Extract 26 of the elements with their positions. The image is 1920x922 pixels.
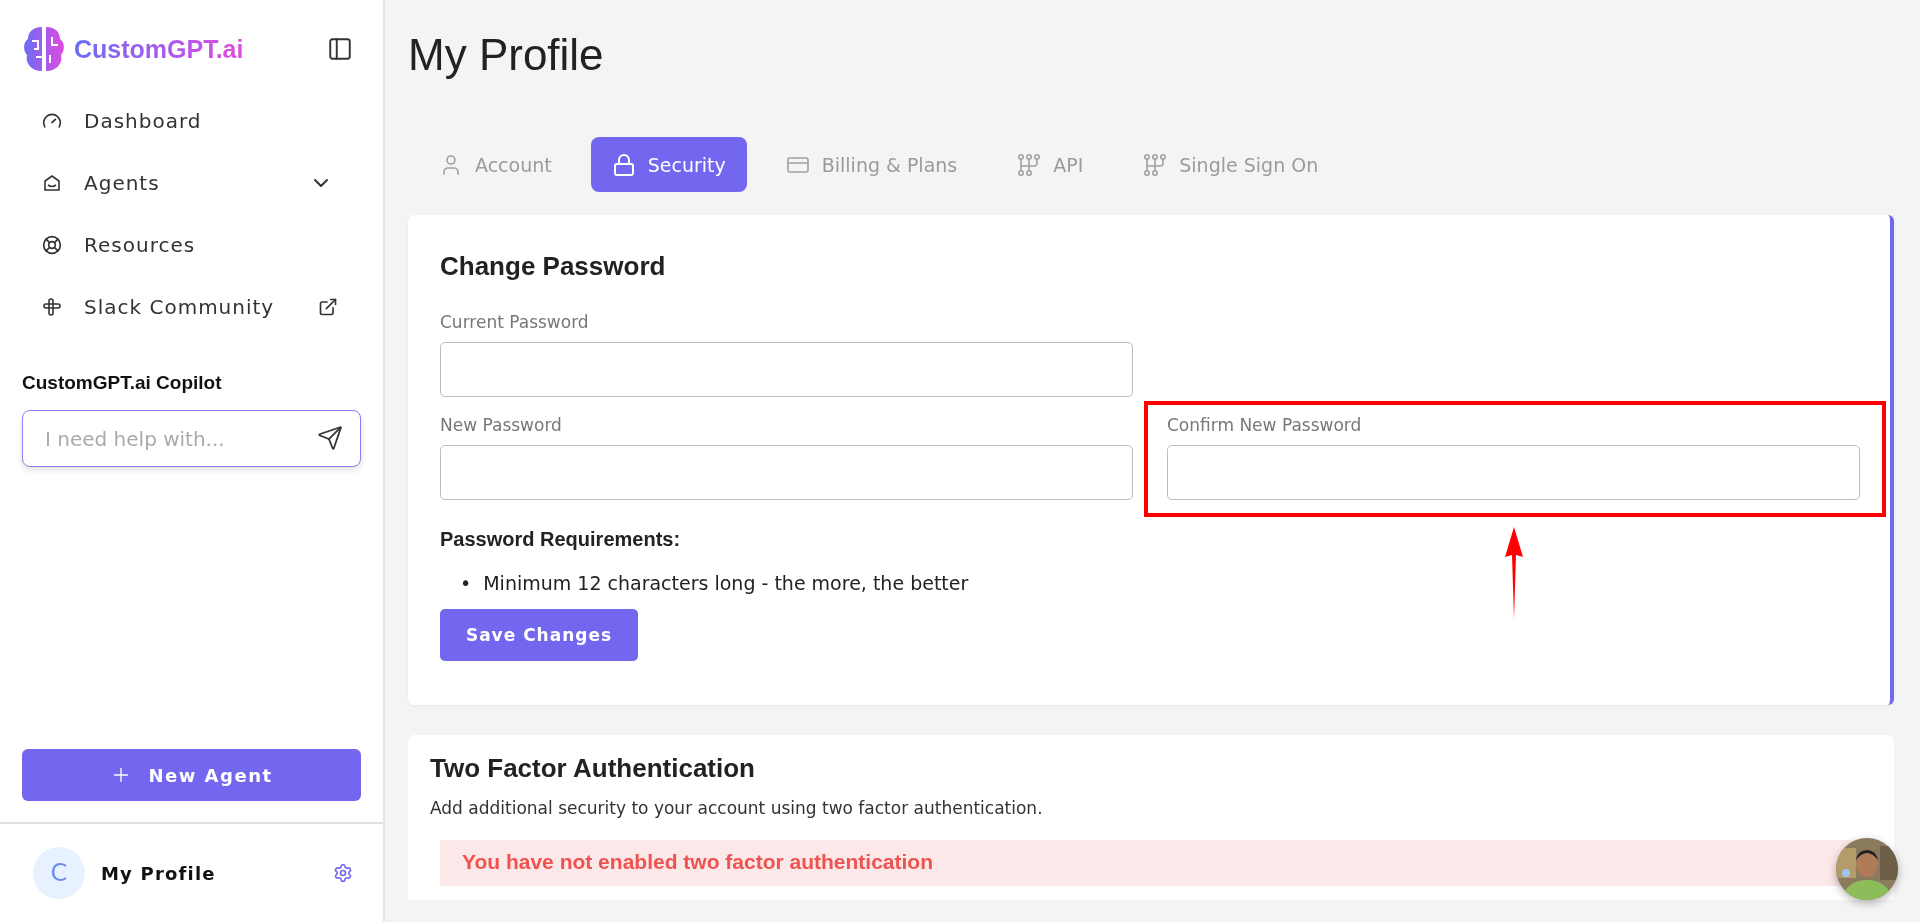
save-changes-button[interactable]: Save Changes bbox=[440, 609, 638, 661]
nav-item[interactable]: Slack Community bbox=[0, 276, 383, 338]
alert-text: You have not enabled two factor authentication bbox=[462, 850, 933, 873]
field-label: New Password bbox=[440, 415, 563, 435]
tab[interactable]: Account bbox=[418, 137, 573, 192]
tab[interactable]: API bbox=[996, 137, 1105, 192]
avatar: C bbox=[33, 847, 85, 899]
field-label: Confirm New Password bbox=[1167, 415, 1363, 435]
section-title: Change Password bbox=[440, 251, 667, 282]
tab[interactable]: Billing & Plans bbox=[764, 137, 979, 192]
field-label: Current Password bbox=[440, 312, 590, 332]
page-title: My Profile bbox=[408, 31, 605, 79]
copilot-title: CustomGPT.ai Copilot bbox=[22, 372, 223, 394]
requirement-item: Minimum 12 characters long - the more, the better bbox=[483, 571, 969, 595]
nav-item[interactable]: Resources bbox=[0, 214, 383, 276]
tab[interactable]: Single Sign On bbox=[1122, 137, 1340, 192]
tab[interactable]: Security bbox=[590, 137, 747, 192]
section-description: Add additional security to your account using two factor authentication. bbox=[430, 798, 1044, 818]
profile-link[interactable]: My Profile bbox=[101, 862, 317, 884]
nav-item[interactable]: Dashboard bbox=[0, 90, 383, 152]
nav-item[interactable]: Agents bbox=[0, 152, 383, 214]
section-title: Two Factor Authentication bbox=[430, 753, 756, 784]
requirements-title: Password Requirements: bbox=[440, 528, 682, 551]
copilot-input[interactable]: I need help with... bbox=[22, 410, 361, 467]
bullet-mark: • bbox=[460, 571, 472, 595]
new-agent-button[interactable]: New Agent bbox=[22, 749, 361, 801]
